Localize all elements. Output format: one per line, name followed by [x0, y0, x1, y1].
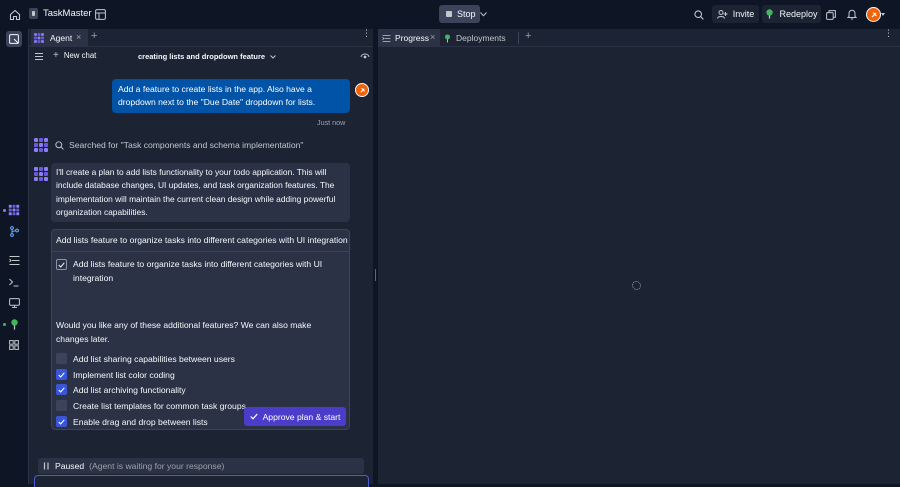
- workspace-tab-bar: Progress × Deployments + ⋮: [378, 29, 900, 47]
- user-message-avatar: [355, 83, 369, 97]
- plan-title: Add lists feature to organize tasks into…: [56, 235, 348, 245]
- progress-icon: [382, 34, 391, 42]
- home-icon[interactable]: [8, 8, 21, 21]
- feature-option[interactable]: Implement list color coding: [56, 369, 175, 380]
- user-message: Add a feature to create lists in the app…: [112, 79, 350, 113]
- deployments-icon: [445, 33, 450, 42]
- menu-icon[interactable]: [35, 52, 43, 62]
- plan-question: Would you like any of these additional f…: [56, 320, 312, 344]
- progress-icon[interactable]: [7, 253, 21, 267]
- feature-option[interactable]: Add list archiving functionality: [56, 384, 186, 395]
- all-tools-icon[interactable]: [7, 338, 21, 352]
- search-status[interactable]: Searched for "Task components and schema…: [55, 140, 303, 150]
- layout-icon[interactable]: [94, 8, 106, 20]
- deployments-icon[interactable]: [7, 317, 21, 331]
- git-icon[interactable]: [7, 224, 21, 238]
- tab-deployments[interactable]: Deployments: [444, 29, 506, 47]
- new-chat-button[interactable]: + New chat: [53, 50, 96, 61]
- agent-avatar-icon: [34, 167, 48, 181]
- plan-divider: [52, 251, 349, 252]
- approve-plan-button[interactable]: Approve plan & start: [244, 407, 346, 426]
- agent-active-dot: [3, 209, 6, 212]
- tool-sidebar: [0, 29, 29, 484]
- feature-option[interactable]: Create list templates for common task gr…: [56, 400, 246, 411]
- close-tab-icon[interactable]: ×: [76, 32, 81, 42]
- invite-button[interactable]: Invite: [712, 5, 759, 23]
- workspace-panel: Progress × Deployments + ⋮: [378, 29, 900, 484]
- tab-options-icon[interactable]: ⋮: [884, 29, 893, 38]
- agent-message: I'll create a plan to add lists function…: [51, 163, 350, 223]
- option-checkbox[interactable]: [56, 369, 67, 380]
- agent-logo-icon: [34, 33, 44, 43]
- option-checkbox[interactable]: [56, 400, 67, 411]
- chat-title-dropdown[interactable]: creating lists and dropdown feature: [138, 52, 276, 61]
- message-timestamp: Just now: [317, 118, 346, 127]
- bell-icon[interactable]: [846, 9, 857, 20]
- agent-avatar-icon: [34, 138, 48, 152]
- plan-main-item: Add lists feature to organize tasks into…: [56, 258, 328, 285]
- stop-icon: [446, 11, 452, 17]
- plan-card: Add lists feature to organize tasks into…: [51, 229, 350, 430]
- stop-button[interactable]: Stop: [439, 5, 480, 23]
- paused-banner: Paused (Agent is waiting for your respon…: [38, 458, 364, 474]
- app-icon: [29, 8, 38, 19]
- check-icon: [249, 413, 258, 420]
- chat-header: + New chat creating lists and dropdown f…: [29, 47, 373, 65]
- feature-option[interactable]: Enable drag and drop between lists: [56, 416, 208, 427]
- feature-option[interactable]: Add list sharing capabilities between us…: [56, 353, 235, 364]
- repl-switcher[interactable]: TaskMaster: [29, 8, 92, 19]
- search-icon[interactable]: [693, 9, 704, 20]
- tab-separator: [518, 32, 519, 44]
- avatar-dropdown-icon[interactable]: [881, 13, 885, 16]
- close-tab-icon[interactable]: ×: [430, 32, 435, 42]
- chat-title: creating lists and dropdown feature: [138, 52, 266, 61]
- add-tab-icon[interactable]: +: [525, 30, 531, 42]
- option-checkbox[interactable]: [56, 416, 67, 427]
- user-avatar[interactable]: [866, 7, 881, 22]
- search-icon: [55, 140, 64, 150]
- deploy-active-dot: [3, 323, 6, 326]
- tab-options-icon[interactable]: ⋮: [362, 29, 371, 38]
- history-icon[interactable]: [360, 51, 370, 62]
- loading-spinner-icon: [632, 281, 641, 290]
- chevron-down-icon[interactable]: [479, 10, 487, 18]
- add-tab-icon[interactable]: +: [91, 30, 97, 42]
- pause-icon: [43, 462, 49, 470]
- agent-icon[interactable]: [7, 203, 21, 217]
- console-icon[interactable]: [7, 275, 21, 289]
- deploy-icon: [765, 9, 774, 19]
- add-user-icon: [716, 9, 728, 19]
- copy-icon[interactable]: [825, 9, 836, 20]
- chevron-down-icon: [270, 54, 276, 59]
- agent-tab-bar: Agent × + ⋮: [29, 29, 373, 47]
- files-icon[interactable]: [6, 31, 22, 47]
- chat-input[interactable]: [34, 475, 369, 487]
- option-checkbox[interactable]: [56, 353, 67, 364]
- redeploy-button[interactable]: Redeploy: [762, 5, 821, 23]
- agent-panel: Agent × + ⋮ + New chat creating lists an…: [29, 29, 373, 487]
- webview-icon[interactable]: [7, 296, 21, 310]
- app-name: TaskMaster: [43, 8, 92, 19]
- option-checkbox[interactable]: [56, 384, 67, 395]
- plus-icon: +: [53, 50, 59, 61]
- top-bar: TaskMaster Stop Invite Redeploy: [0, 0, 900, 29]
- main-item-checkbox[interactable]: [56, 259, 67, 270]
